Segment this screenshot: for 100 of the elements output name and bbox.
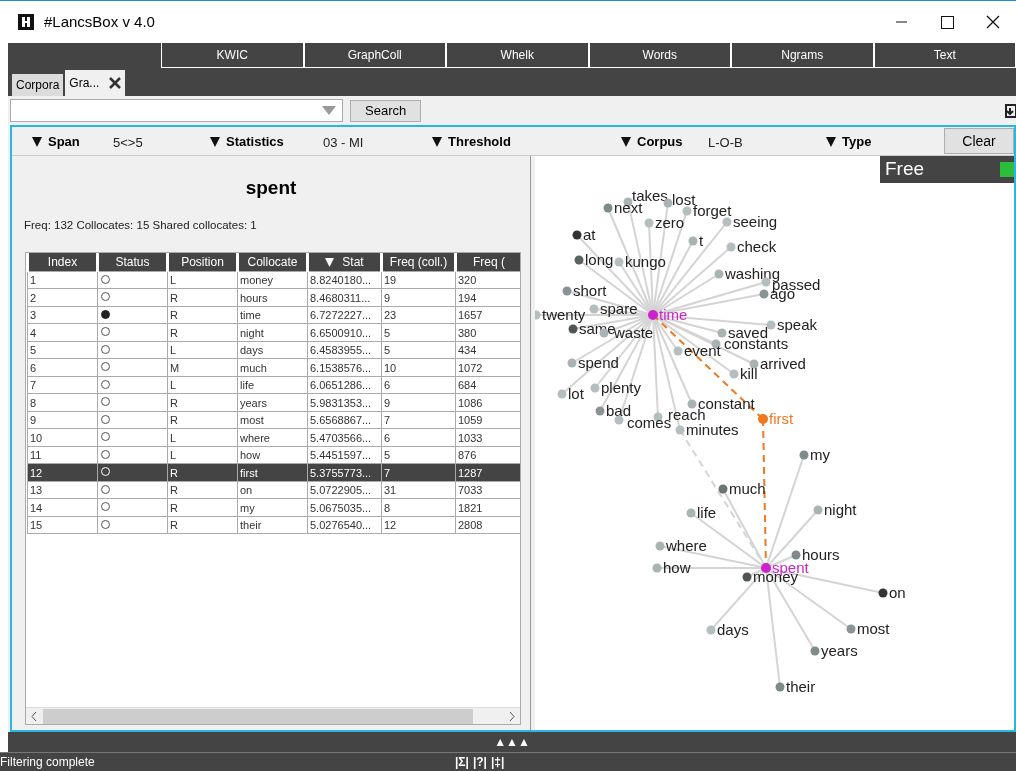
- tool-tab[interactable]: Text: [873, 43, 1016, 68]
- tool-tab[interactable]: Ngrams: [731, 43, 874, 68]
- node-dot[interactable]: [791, 550, 801, 560]
- horizontal-scrollbar[interactable]: [26, 707, 520, 724]
- node-dot[interactable]: [589, 304, 599, 314]
- node-dot[interactable]: [614, 257, 624, 267]
- node-dot[interactable]: [813, 505, 823, 515]
- close-tab-icon[interactable]: [109, 77, 122, 89]
- node-dot[interactable]: [799, 450, 809, 460]
- node-dot[interactable]: [688, 236, 698, 246]
- node-label[interactable]: check: [737, 238, 777, 255]
- column-header[interactable]: Position: [167, 252, 238, 272]
- node-label[interactable]: kungo: [625, 253, 666, 270]
- collapse-triangle-icon[interactable]: [210, 137, 220, 147]
- node-dot[interactable]: [652, 563, 662, 573]
- node-label[interactable]: speak: [777, 316, 818, 333]
- node-label[interactable]: their: [786, 678, 816, 695]
- node-label[interactable]: long: [585, 251, 614, 268]
- node-dot[interactable]: [567, 358, 577, 368]
- export-icon[interactable]: [1004, 102, 1016, 119]
- node-label[interactable]: my: [810, 446, 830, 463]
- node-dot[interactable]: [568, 324, 578, 334]
- node-dot[interactable]: [749, 359, 759, 369]
- node-dot[interactable]: [655, 541, 665, 551]
- node-label[interactable]: waste: [614, 324, 654, 341]
- node-dot[interactable]: [574, 255, 584, 265]
- node-dot[interactable]: [766, 320, 776, 330]
- node-dot[interactable]: [557, 389, 567, 399]
- status-tool-button[interactable]: |‡|: [490, 753, 505, 771]
- node-label[interactable]: how: [663, 559, 691, 576]
- node-label[interactable]: twenty: [542, 306, 586, 323]
- column-header[interactable]: Index: [27, 252, 98, 272]
- node-dot[interactable]: [562, 286, 572, 296]
- node-label[interactable]: arrived: [760, 355, 806, 372]
- tool-tab[interactable]: GraphColl: [303, 43, 446, 68]
- document-tab[interactable]: Gra...: [65, 70, 126, 96]
- column-header[interactable]: Status: [97, 252, 168, 272]
- column-header[interactable]: Freq (coll.): [381, 252, 456, 272]
- node-dot[interactable]: [687, 399, 697, 409]
- node-dot[interactable]: [603, 203, 613, 213]
- node-label[interactable]: on: [889, 584, 906, 601]
- node-label[interactable]: years: [821, 642, 858, 659]
- node-label[interactable]: where: [666, 537, 707, 554]
- search-button[interactable]: Search: [350, 99, 422, 122]
- node-label[interactable]: kill: [740, 365, 758, 382]
- node-dot[interactable]: [648, 310, 658, 320]
- node-dot[interactable]: [706, 625, 716, 635]
- column-header[interactable]: Collocate: [237, 252, 308, 272]
- node-dot[interactable]: [758, 414, 768, 424]
- collapse-triangle-icon[interactable]: [32, 137, 42, 147]
- filter-toggle[interactable]: Span: [48, 132, 80, 152]
- node-dot[interactable]: [846, 624, 856, 634]
- node-dot[interactable]: [675, 425, 685, 435]
- filter-toggle[interactable]: Type: [842, 132, 872, 152]
- node-dot[interactable]: [810, 646, 820, 656]
- node-dot[interactable]: [729, 369, 739, 379]
- clear-button[interactable]: Clear: [944, 128, 1014, 154]
- node-label[interactable]: spend: [578, 354, 619, 371]
- collapse-triangle-icon[interactable]: [621, 137, 631, 147]
- node-label[interactable]: t: [699, 232, 704, 249]
- node-label[interactable]: bad: [606, 402, 632, 419]
- node-label[interactable]: time: [659, 306, 688, 323]
- status-tool-button[interactable]: |Σ|: [455, 753, 469, 771]
- node-dot[interactable]: [775, 682, 785, 692]
- node-label[interactable]: night: [824, 501, 857, 518]
- collapse-triangle-icon[interactable]: [826, 137, 836, 147]
- node-dot[interactable]: [714, 269, 724, 279]
- node-label[interactable]: spare: [600, 300, 638, 317]
- node-dot[interactable]: [653, 412, 663, 422]
- status-tool-button[interactable]: |?|: [472, 753, 487, 771]
- column-header[interactable]: Stat: [307, 252, 382, 272]
- node-label[interactable]: days: [717, 621, 749, 638]
- node-dot[interactable]: [614, 415, 624, 425]
- node-label[interactable]: plenty: [601, 379, 642, 396]
- node-dot[interactable]: [682, 206, 692, 216]
- filter-toggle[interactable]: Corpus: [637, 132, 683, 152]
- tool-tab[interactable]: Words: [588, 43, 731, 68]
- tool-tab[interactable]: Whelk: [446, 43, 589, 68]
- node-label[interactable]: short: [573, 282, 607, 299]
- search-field[interactable]: [10, 99, 343, 122]
- node-dot[interactable]: [742, 572, 752, 582]
- table-row[interactable]: 1 L money 8.8240180... 19 320: [27, 271, 520, 289]
- node-label[interactable]: saved: [728, 324, 769, 341]
- dropdown-caret-icon[interactable]: [322, 106, 336, 115]
- node-dot[interactable]: [717, 328, 727, 338]
- node-dot[interactable]: [718, 484, 728, 494]
- document-tab[interactable]: Corpora: [12, 74, 64, 96]
- node-dot[interactable]: [878, 588, 888, 598]
- node-label[interactable]: life: [697, 504, 717, 521]
- column-header[interactable]: Freq (: [455, 252, 520, 272]
- node-label[interactable]: lot: [568, 385, 584, 402]
- node-label[interactable]: event: [684, 342, 721, 359]
- node-dot[interactable]: [722, 217, 732, 227]
- node-label[interactable]: most: [857, 620, 890, 637]
- node-label[interactable]: zero: [655, 214, 685, 231]
- node-dot[interactable]: [761, 563, 771, 573]
- node-dot[interactable]: [759, 289, 769, 299]
- node-label[interactable]: at: [583, 226, 596, 243]
- node-dot[interactable]: [726, 242, 736, 252]
- node-label[interactable]: takes: [632, 187, 668, 204]
